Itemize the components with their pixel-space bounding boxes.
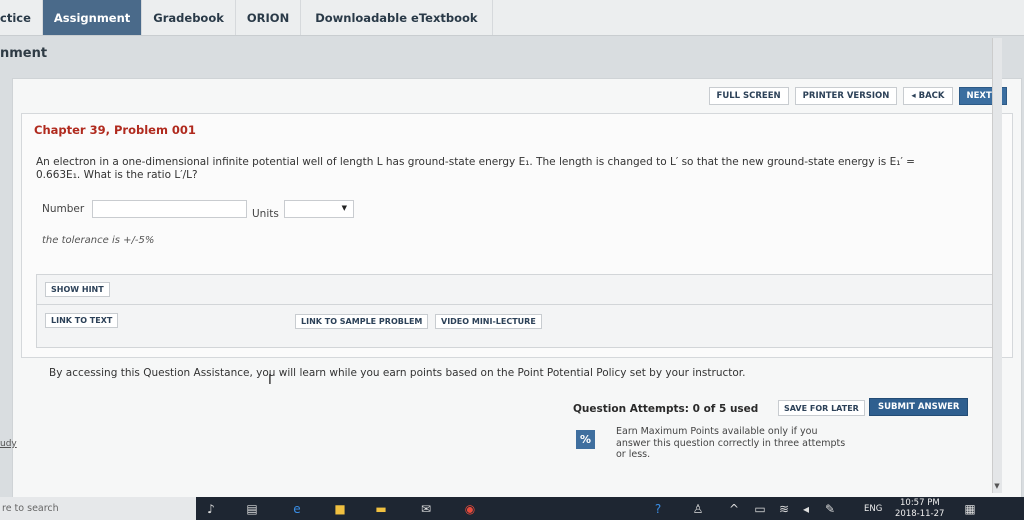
link-to-text-button[interactable]: LINK TO TEXT xyxy=(45,313,119,328)
vertical-scrollbar[interactable] xyxy=(992,38,1002,493)
chevron-down-icon: ▼ xyxy=(341,204,347,212)
help-icon[interactable]: ? xyxy=(650,501,666,517)
printer-version-button[interactable]: PRINTER VERSION xyxy=(794,87,898,105)
units-select[interactable]: ▼ xyxy=(284,200,354,218)
full-screen-button[interactable]: FULL SCREEN xyxy=(708,87,789,105)
chrome-browser-icon[interactable]: ◉ xyxy=(462,501,478,517)
earn-points-note: Earn Maximum Points available only if yo… xyxy=(616,426,846,460)
percent-icon: % xyxy=(576,430,595,449)
video-mini-lecture-button[interactable]: VIDEO MINI-LECTURE xyxy=(435,314,542,329)
battery-icon: ▭ xyxy=(754,502,766,516)
notification-icon[interactable]: ▦ xyxy=(962,501,978,517)
question-assistance: SHOW HINT LINK TO TEXT LINK TO SAMPLE PR… xyxy=(36,274,1001,348)
toolbar: FULL SCREEN PRINTER VERSION ◂ BACK NEXT … xyxy=(708,87,1007,105)
chapter-title: Chapter 39, Problem 001 xyxy=(34,123,196,137)
submit-answer-button[interactable]: SUBMIT ANSWER xyxy=(869,398,969,416)
tolerance-text: the tolerance is +/-5% xyxy=(42,235,155,246)
problem-text: An electron in a one-dimensional infinit… xyxy=(36,156,986,182)
tab-etextbook[interactable]: Downloadable eTextbook xyxy=(301,0,493,35)
windows-taskbar: re to search ♪ ▤ e ■ ▬ ✉ ◉ ? ♙ ^ ▭ ≋ ◂ ✎… xyxy=(0,497,1024,520)
top-tab-bar: ctice Assignment Gradebook ORION Downloa… xyxy=(0,0,1024,36)
taskbar-search-input[interactable]: re to search xyxy=(0,497,196,520)
mail-icon[interactable]: ✉ xyxy=(418,501,434,517)
question-attempts: Question Attempts: 0 of 5 used xyxy=(573,403,759,415)
people-icon[interactable]: ♙ xyxy=(690,501,706,517)
store-icon[interactable]: ■ xyxy=(332,501,348,517)
assistance-note: By accessing this Question Assistance, y… xyxy=(49,367,746,379)
question-box: Chapter 39, Problem 001 An electron in a… xyxy=(21,113,1013,358)
pen-icon[interactable]: ✎ xyxy=(822,501,838,517)
page-title: nment xyxy=(0,46,48,61)
back-button[interactable]: ◂ BACK xyxy=(903,87,953,105)
number-input[interactable] xyxy=(92,200,247,218)
microphone-icon[interactable]: ♪ xyxy=(203,501,219,517)
scroll-down-arrow-icon[interactable]: ▼ xyxy=(992,482,1002,492)
assistance-row-hint: SHOW HINT xyxy=(37,275,1000,305)
units-label: Units xyxy=(252,208,279,220)
save-for-later-button[interactable]: SAVE FOR LATER xyxy=(778,400,865,416)
volume-icon[interactable]: ◂ xyxy=(798,501,814,517)
task-view-icon[interactable]: ▤ xyxy=(244,501,260,517)
show-hint-button[interactable]: SHOW HINT xyxy=(45,282,110,297)
language-indicator[interactable]: ENG xyxy=(864,504,882,514)
clock-date[interactable]: 2018-11-27 xyxy=(895,509,944,519)
tab-practice[interactable]: ctice xyxy=(0,0,43,35)
number-label: Number xyxy=(42,203,85,215)
side-study-link[interactable]: udy xyxy=(0,439,17,449)
tab-gradebook[interactable]: Gradebook xyxy=(142,0,236,35)
clock-time[interactable]: 10:57 PM xyxy=(900,498,940,508)
edge-browser-icon[interactable]: e xyxy=(289,501,305,517)
tab-assignment[interactable]: Assignment xyxy=(42,0,143,35)
main-panel: FULL SCREEN PRINTER VERSION ◂ BACK NEXT … xyxy=(12,78,1022,503)
problem-text-line2: 0.663E₁. What is the ratio L′/L? xyxy=(36,169,198,181)
problem-text-line1: An electron in a one-dimensional infinit… xyxy=(36,156,915,168)
chevron-up-icon[interactable]: ^ xyxy=(726,501,742,517)
tab-orion[interactable]: ORION xyxy=(236,0,302,35)
text-cursor-icon: I xyxy=(268,373,272,388)
file-explorer-icon[interactable]: ▬ xyxy=(373,501,389,517)
link-to-sample-problem-button[interactable]: LINK TO SAMPLE PROBLEM xyxy=(295,314,429,329)
wifi-icon[interactable]: ≋ xyxy=(776,501,792,517)
